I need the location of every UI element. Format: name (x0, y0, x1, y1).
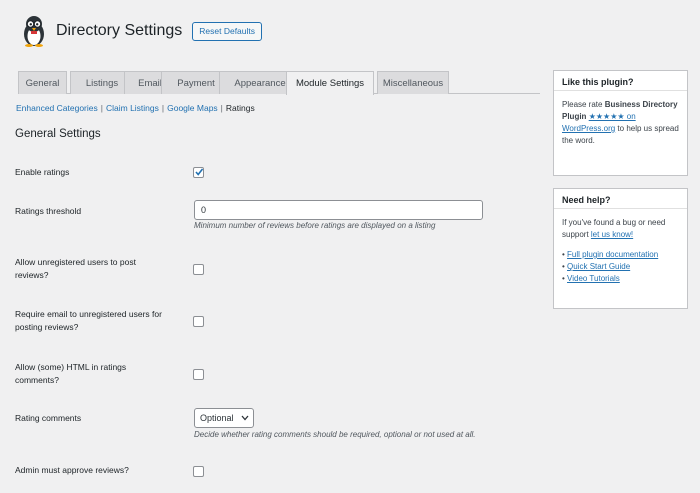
chevron-down-icon (241, 415, 249, 421)
allow-unregistered-checkbox[interactable] (193, 264, 204, 275)
documentation-link[interactable]: Full plugin documentation (567, 250, 658, 259)
checkmark-icon (195, 168, 204, 176)
reset-defaults-button[interactable]: Reset Defaults (192, 21, 263, 41)
subnav-claim-listings[interactable]: Claim Listings (106, 103, 159, 113)
admin-approve-label: Admin must approve reviews? (15, 465, 129, 475)
need-help-title: Need help? (554, 189, 687, 209)
allow-unregistered-label: Allow unregistered users to post reviews… (15, 257, 136, 280)
ratings-threshold-input[interactable] (194, 200, 483, 220)
rating-comments-select[interactable]: Optional (194, 408, 254, 428)
subnav-enhanced-categories[interactable]: Enhanced Categories (16, 103, 98, 113)
settings-tabs: General Listings Email Payment Appearanc… (18, 71, 540, 95)
require-email-checkbox[interactable] (193, 316, 204, 327)
rating-comments-description: Decide whether rating comments should be… (194, 430, 476, 439)
subnav-separator: | (100, 103, 103, 113)
enable-ratings-label: Enable ratings (15, 167, 70, 177)
like-text-before: Please rate (562, 100, 605, 109)
subnav-separator: | (161, 103, 165, 113)
need-help-box: Need help? If you've found a bug or need… (553, 188, 688, 309)
require-email-label: Require email to unregistered users for … (15, 309, 162, 332)
allow-html-label: Allow (some) HTML in ratings comments? (15, 362, 127, 385)
page-title: Directory Settings (56, 22, 183, 39)
penguin-logo-icon (24, 16, 44, 47)
enable-ratings-checkbox[interactable] (193, 167, 204, 178)
like-plugin-body: Please rate Business Directory Plugin ★★… (554, 91, 687, 155)
list-item: Full plugin documentation (562, 249, 679, 261)
module-subnav: Enhanced Categories | Claim Listings | Googl… (16, 103, 255, 113)
page-header: Directory Settings Reset Defaults (20, 14, 263, 48)
rating-comments-label: Rating comments (15, 413, 82, 423)
tab-general[interactable]: General (18, 71, 67, 94)
need-help-body: If you've found a bug or need support le… (554, 209, 687, 293)
like-plugin-box: Like this plugin? Please rate Business D… (553, 70, 688, 176)
subnav-separator: | (220, 103, 223, 113)
video-tutorials-link[interactable]: Video Tutorials (567, 274, 620, 283)
list-item: Quick Start Guide (562, 261, 679, 273)
help-links-list: Full plugin documentation Quick Start Gu… (562, 249, 679, 285)
section-title: General Settings (15, 128, 101, 140)
admin-approve-checkbox[interactable] (193, 466, 204, 477)
ratings-threshold-label: Ratings threshold (15, 206, 82, 216)
tab-module-settings[interactable]: Module Settings (286, 71, 374, 95)
rating-comments-value: Optional (200, 413, 234, 423)
allow-html-checkbox[interactable] (193, 369, 204, 380)
tab-miscellaneous[interactable]: Miscellaneous (377, 71, 449, 94)
quick-start-link[interactable]: Quick Start Guide (567, 262, 630, 271)
ratings-threshold-description: Minimum number of reviews before ratings… (194, 221, 436, 230)
let-us-know-link[interactable]: let us know! (591, 230, 633, 239)
like-plugin-title: Like this plugin? (554, 71, 687, 91)
subnav-ratings-current: Ratings (225, 103, 255, 113)
subnav-google-maps[interactable]: Google Maps (167, 103, 218, 113)
list-item: Video Tutorials (562, 273, 679, 285)
